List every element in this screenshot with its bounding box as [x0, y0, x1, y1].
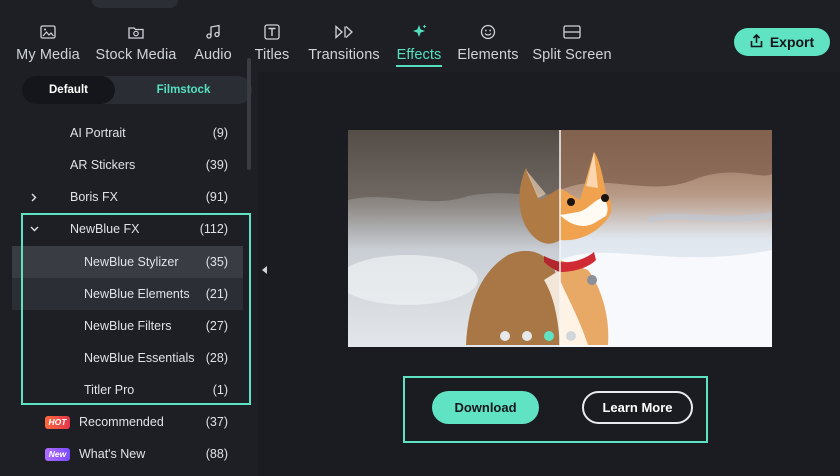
category-name: Recommended: [79, 415, 164, 429]
tab-audio[interactable]: Audio: [193, 0, 233, 72]
transition-icon: [332, 22, 356, 42]
tab-label: My Media: [16, 47, 80, 63]
export-label: Export: [769, 34, 815, 50]
learn-more-button[interactable]: Learn More: [582, 391, 693, 424]
tab-split-screen[interactable]: Split Screen: [532, 0, 612, 72]
chevron-right-icon: [28, 193, 40, 202]
category-count: (88): [205, 447, 228, 461]
category-name: AR Stickers: [70, 158, 136, 172]
category-boris-fx[interactable]: Boris FX (91): [12, 181, 243, 213]
category-count: (21): [205, 287, 228, 301]
carousel-dot[interactable]: [566, 331, 576, 341]
category-name: Boris FX: [70, 190, 118, 204]
category-newblue-elements[interactable]: NewBlue Elements (21): [12, 278, 243, 310]
category-count: (27): [205, 319, 228, 333]
tab-label: Audio: [194, 47, 232, 63]
category-name: NewBlue Filters: [84, 319, 172, 333]
category-count: (39): [205, 158, 228, 172]
dog-preview-illustration: [348, 130, 772, 347]
tab-my-media[interactable]: My Media: [14, 0, 82, 72]
image-icon: [36, 22, 60, 42]
category-whats-new[interactable]: New What's New (88): [12, 438, 243, 470]
tab-label: Effects: [396, 47, 442, 63]
tab-effects[interactable]: Effects: [396, 0, 442, 72]
sparkle-icon: [407, 22, 431, 42]
category-count: (9): [212, 126, 228, 140]
split-screen-icon: [560, 22, 584, 42]
category-name: NewBlue Elements: [84, 287, 190, 301]
category-count: (112): [199, 222, 228, 236]
tab-titles[interactable]: Titles: [253, 0, 291, 72]
category-name: NewBlue Essentials: [84, 351, 195, 365]
tab-label: Transitions: [308, 47, 380, 63]
category-name: What's New: [79, 447, 146, 461]
tab-label: Stock Media: [95, 47, 177, 63]
tab-elements[interactable]: Elements: [457, 0, 519, 72]
category-titler-pro[interactable]: Titler Pro (1): [12, 374, 243, 406]
category-count: (35): [205, 255, 228, 269]
tab-transitions[interactable]: Transitions: [308, 0, 380, 72]
category-count: (1): [212, 383, 228, 397]
tab-label: Split Screen: [532, 47, 612, 63]
effect-preview-image: [348, 130, 772, 347]
category-name: NewBlue FX: [70, 222, 140, 236]
category-newblue-stylizer[interactable]: NewBlue Stylizer (35): [12, 246, 243, 278]
category-ai-portrait[interactable]: AI Portrait (9): [12, 117, 243, 149]
category-count: (37): [205, 415, 228, 429]
carousel-dot-active[interactable]: [544, 331, 554, 341]
category-newblue-filters[interactable]: NewBlue Filters (27): [12, 310, 243, 342]
carousel-dot[interactable]: [522, 331, 532, 341]
sidebar-scrollbar[interactable]: [247, 58, 251, 170]
export-button[interactable]: Export: [734, 28, 830, 56]
tab-stock-media[interactable]: Stock Media: [94, 0, 178, 72]
category-count: (28): [205, 351, 228, 365]
new-badge: New: [45, 447, 70, 461]
tab-label: Elements: [457, 47, 519, 63]
text-t-icon: [260, 22, 284, 42]
export-icon: [750, 33, 763, 51]
category-recommended[interactable]: HOT Recommended (37): [12, 406, 243, 438]
category-name: NewBlue Stylizer: [84, 255, 179, 269]
category-name: Titler Pro: [84, 383, 135, 397]
library-segmented-control: Default Filmstock: [22, 76, 252, 104]
smiley-icon: [476, 22, 500, 42]
hot-badge: HOT: [45, 415, 70, 429]
chevron-down-icon: [28, 226, 40, 232]
category-newblue-essentials[interactable]: NewBlue Essentials (28): [12, 342, 243, 374]
music-note-icon: [201, 22, 225, 42]
collapse-sidebar-icon[interactable]: [261, 264, 269, 276]
tab-label: Titles: [254, 47, 290, 63]
top-toolbar: My Media Stock Media Audio Titles Transi…: [0, 0, 840, 72]
category-name: AI Portrait: [70, 126, 126, 140]
category-newblue-fx[interactable]: NewBlue FX (112): [12, 213, 243, 245]
tab-default[interactable]: Default: [22, 76, 115, 104]
tab-filmstock[interactable]: Filmstock: [115, 76, 252, 104]
category-ar-stickers[interactable]: AR Stickers (39): [12, 149, 243, 181]
download-button[interactable]: Download: [432, 391, 539, 424]
carousel-dot[interactable]: [500, 331, 510, 341]
category-count: (91): [205, 190, 228, 204]
stock-media-icon: [124, 22, 148, 42]
carousel-indicators: [500, 331, 576, 341]
